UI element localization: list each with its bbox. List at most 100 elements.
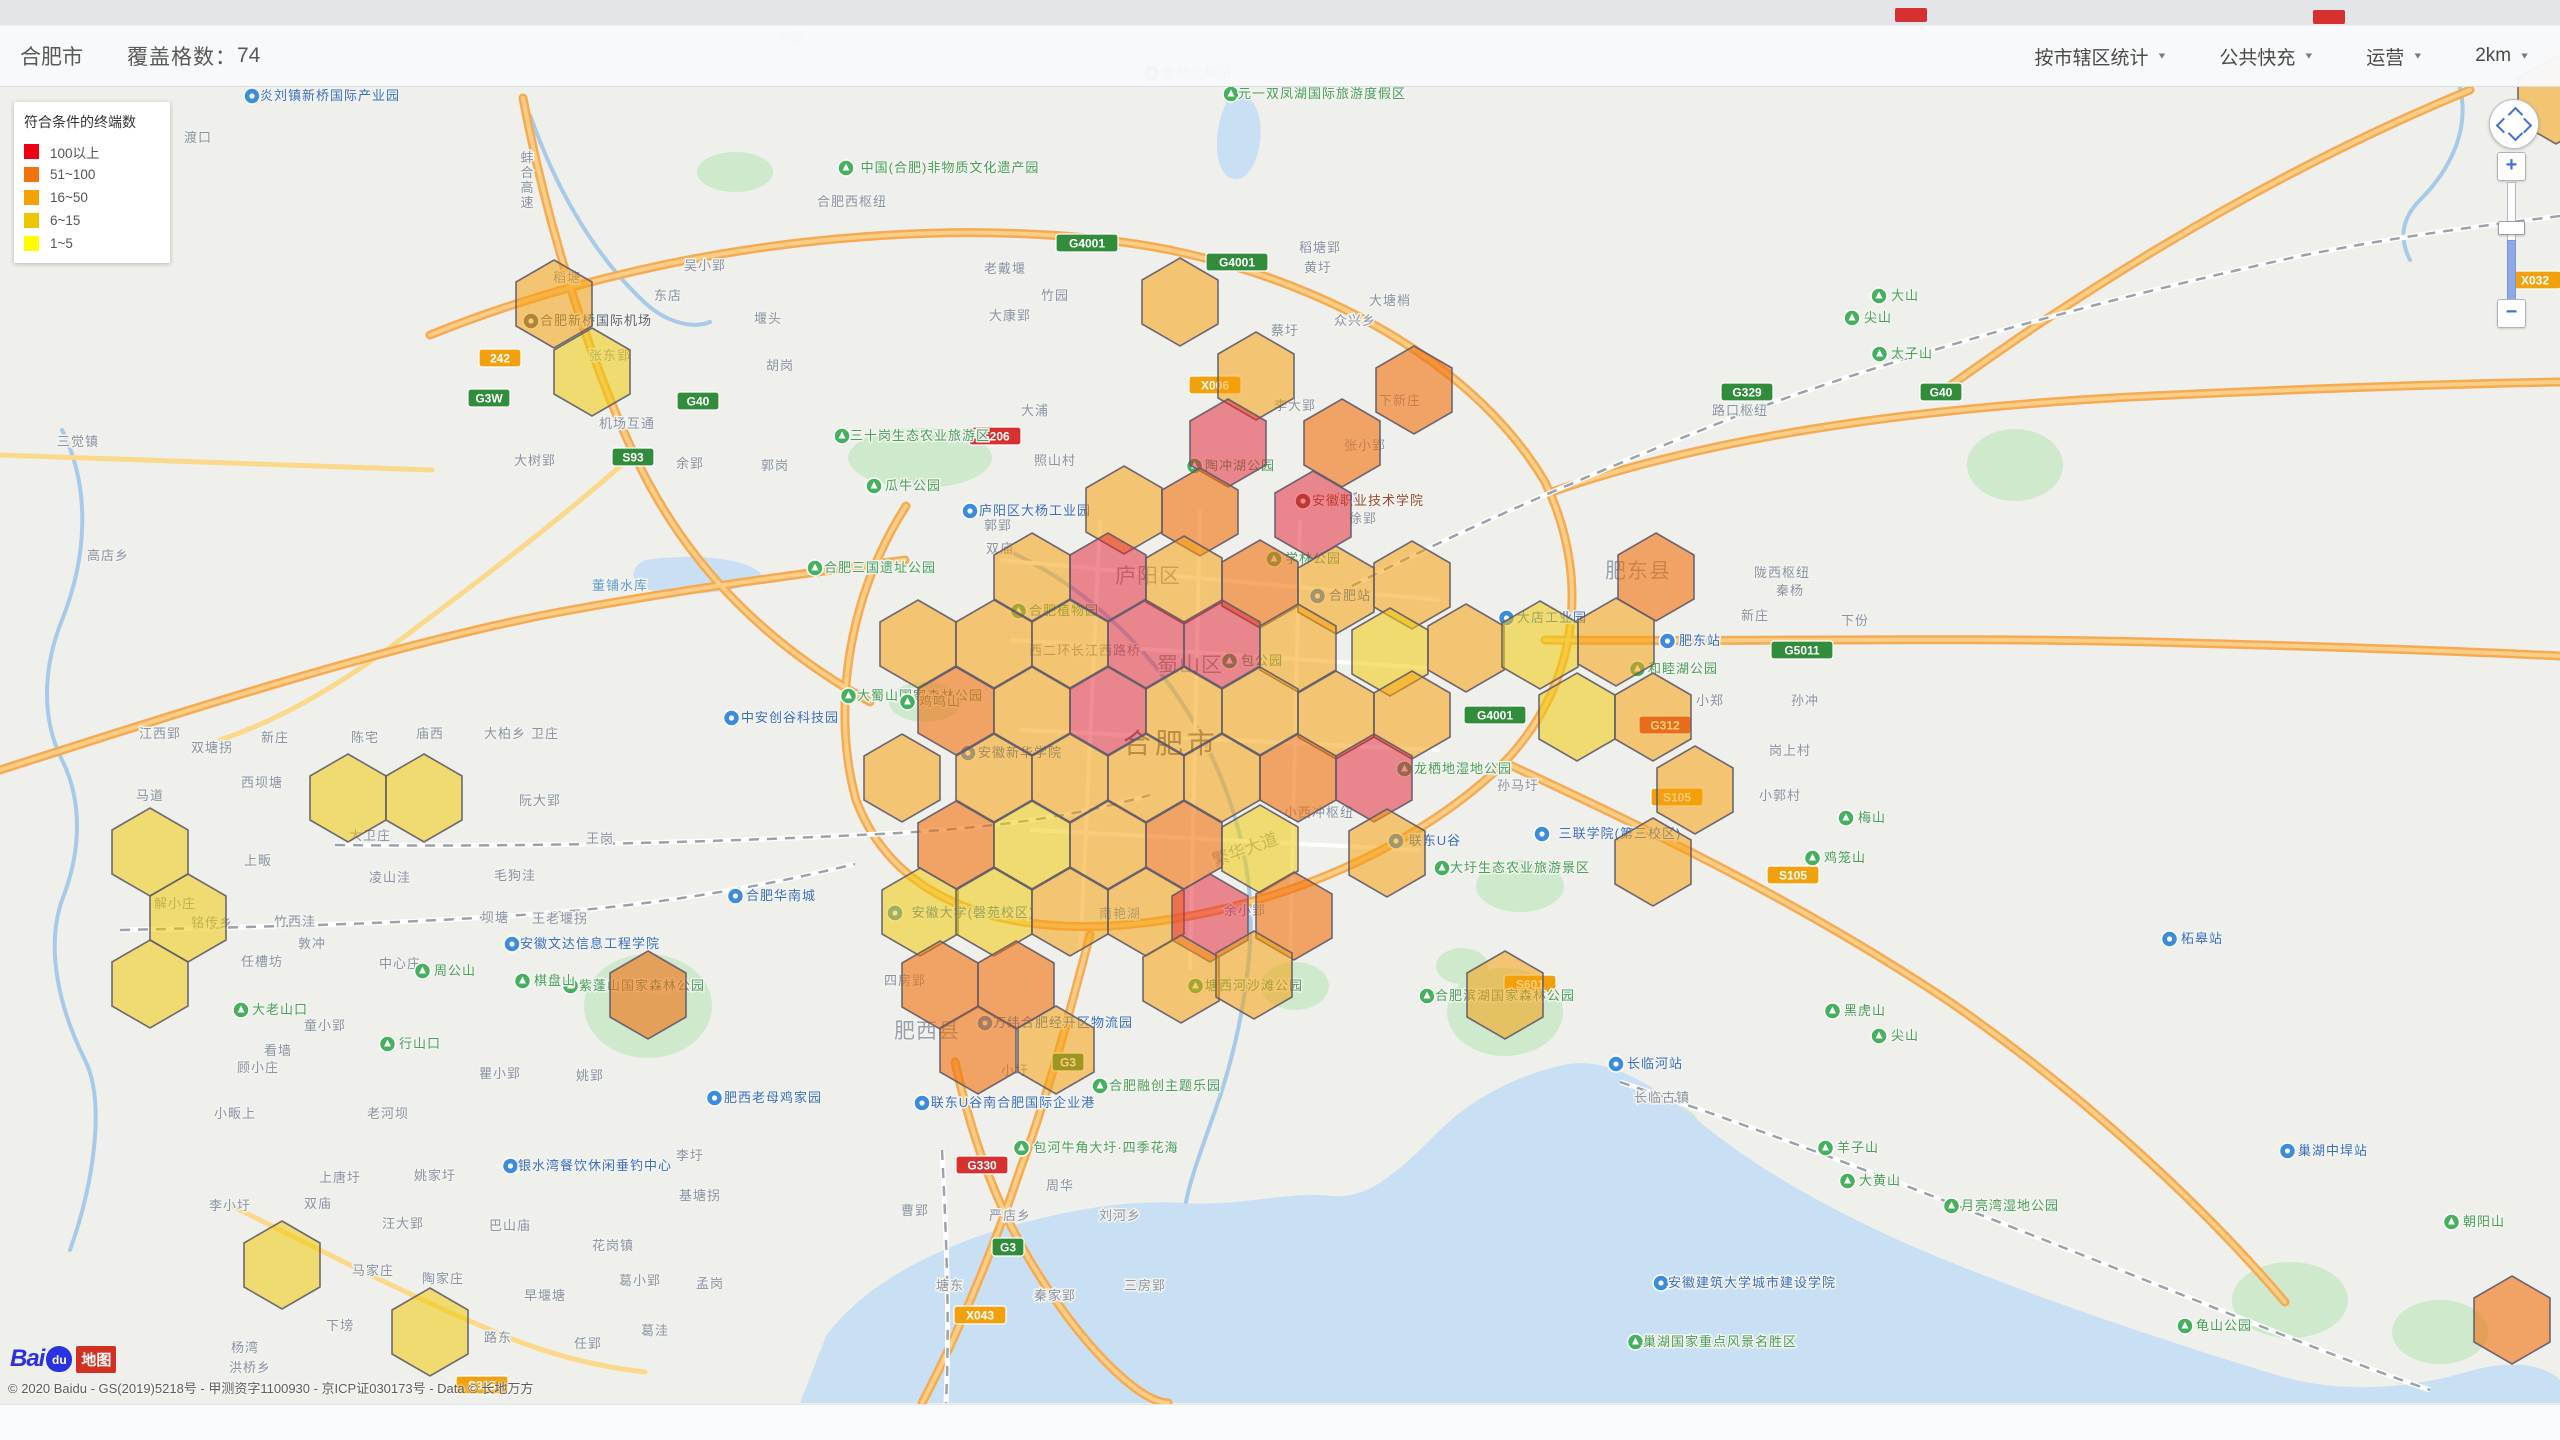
town-label: 葛洼 [641,1323,669,1338]
town-label: 秦家郢 [1034,1288,1076,1303]
town-label: 三房郢 [1124,1278,1166,1293]
road-shield-label: G3 [1000,1241,1016,1255]
menu-stats-by-district[interactable]: 按市辖区统计▼ [2034,43,2167,70]
poi-label: 庐阳区大杨工业园 [979,503,1091,518]
park-label: 龙栖地湿地公园 [1414,761,1512,776]
town-label: 吴小郢 [684,258,726,273]
chevron-down-icon: ▼ [2303,51,2314,61]
park-label: 三十岗生态农业旅游区 [850,428,990,443]
coverage-value: 74 [237,44,260,68]
poi-label: 肥西老母鸡家园 [724,1090,822,1105]
legend-item: 16~50 [24,186,160,209]
menu-grid-size[interactable]: 2km▼ [2475,45,2530,67]
town-label: 大塘梢 [1369,293,1411,308]
road-shield-label: G4001 [1069,237,1105,251]
park-label: 鸡笼山 [1824,850,1866,865]
town-label: 大树郢 [514,453,556,468]
map-canvas[interactable]: G3W242S93G40G206G4001G4001G4001G312G5011… [0,0,2560,1404]
poi-glyph [508,1163,513,1168]
town-label: 郭岗 [761,458,789,473]
town-label: 孙马圩 [1497,778,1539,793]
town-label: 童小郢 [304,1018,346,1033]
park-label: 合肥融创主题乐园 [1109,1078,1221,1093]
poi-glyph [919,1100,924,1105]
poi-label: 联东U谷南合肥国际企业港 [931,1095,1095,1110]
town-label: 余郢 [676,456,704,471]
legend-swatch [24,144,39,159]
park-label: 巢湖国家重点风景名胜区 [1643,1334,1797,1349]
poi-label: 长临河站 [1627,1056,1683,1071]
road-name-label: 蚌合高速 [520,150,533,210]
park-label: 元一双凤湖国际旅游度假区 [1238,86,1406,101]
town-label: 路东 [484,1330,512,1345]
town-label: 马家庄 [352,1263,394,1278]
road-shield-label: G3W [475,392,503,406]
legend-panel: 符合条件的终端数 100以上51~10016~506~151~5 [14,102,170,263]
town-label: 小郭村 [1759,788,1801,803]
town-label: 基塘拐 [679,1188,721,1203]
town-label: 敦冲 [298,936,326,951]
park-label: 行山口 [399,1036,441,1051]
town-label: 卫庄 [531,726,559,741]
town-label: 小郑 [1696,693,1724,708]
park-label: 大山 [1891,288,1919,303]
park-label: 尖山 [1864,310,1892,325]
poi-glyph [2167,936,2172,941]
town-label: 三觉镇 [57,434,99,449]
poi-glyph [967,508,972,513]
legend-item: 6~15 [24,209,160,232]
poi-glyph [712,1095,717,1100]
legend-label: 1~5 [50,236,73,251]
town-label: 下份 [1841,613,1869,628]
town-label: 郭郢 [984,518,1012,533]
menu-charge-type[interactable]: 公共快充▼ [2219,43,2314,70]
town-label: 陶家庄 [422,1271,464,1286]
town-label: 姚郢 [576,1068,604,1083]
legend-label: 16~50 [50,190,88,205]
city-name: 合肥市 [20,41,83,71]
town-label: 王岗 [586,831,614,846]
town-label: 大康郢 [989,308,1031,323]
town-label: 严店乡 [989,1208,1031,1223]
poi-label: 安徽文达信息工程学院 [520,936,660,951]
town-label: 双庙 [304,1196,332,1211]
road-shield-label: G5011 [1784,644,1820,658]
poi-label: 巢湖中垾站 [2298,1143,2368,1158]
chevron-down-icon: ▼ [2519,51,2530,61]
town-label: 高店乡 [87,548,129,563]
poi-label: 中安创谷科技园 [741,710,839,725]
town-label: 李圩 [676,1148,704,1163]
baidu-logo-bai: Bai [10,1345,44,1373]
zoom-slider-track-filled[interactable] [2507,240,2516,302]
town-label: 照山村 [1034,453,1076,468]
copyright-text: © 2020 Baidu - GS(2019)5218号 - 甲测资字11009… [8,1378,533,1397]
legend-title: 符合条件的终端数 [24,112,160,132]
park-label: 龟山公园 [2196,1318,2252,1333]
zoom-in-button[interactable]: + [2497,152,2526,181]
poi-glyph [729,715,734,720]
park-label: 合肥三国遗址公园 [824,560,936,575]
park-area [697,152,773,192]
header-bar: 合肥市 覆盖格数： 74 按市辖区统计▼公共快充▼运营▼2km▼ [0,26,2560,87]
town-label: 任郢 [574,1336,602,1351]
town-label: 陈宅 [351,730,379,745]
water-label: 董铺水库 [592,578,648,593]
town-label: 老戴堰 [984,261,1026,276]
legend-label: 51~100 [50,167,95,182]
road-shield-label: G40 [687,395,710,409]
menu-operation[interactable]: 运营▼ [2366,43,2423,70]
pan-control[interactable] [2489,99,2539,149]
park-label: 瓜牛公园 [885,478,941,493]
zoom-slider-handle[interactable] [2498,221,2525,235]
road-shield-label: G4001 [1219,256,1255,270]
chevron-down-icon: ▼ [2412,51,2423,61]
road-shield-label: G330 [967,1159,997,1173]
town-label: 新庄 [1741,608,1769,623]
poi-label: 银水湾餐饮休闲垂钓中心 [518,1158,672,1173]
baidu-logo: Bai du 地图 [10,1346,116,1372]
town-label: 瞿小郢 [479,1066,521,1081]
town-label: 顾小庄 [237,1060,279,1075]
town-label: 毛狗洼 [494,868,536,883]
zoom-out-button[interactable]: − [2497,299,2526,328]
town-label: 看墙 [264,1043,292,1058]
